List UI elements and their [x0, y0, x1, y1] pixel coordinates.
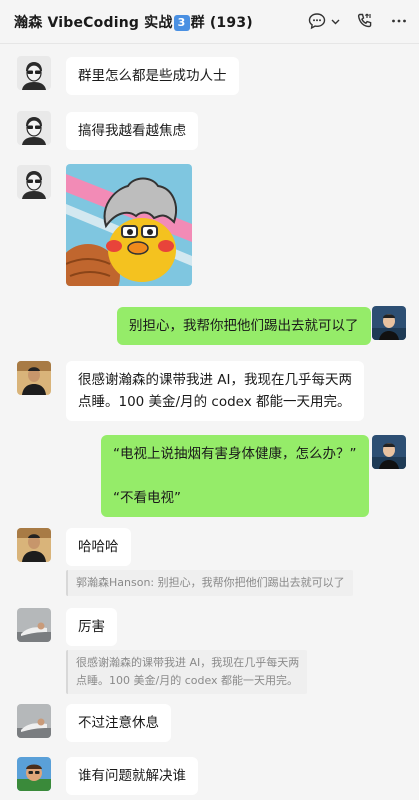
- group-member-count: 群 (193): [190, 15, 253, 31]
- avatar-glasses-man[interactable]: [17, 165, 51, 199]
- phone-icon[interactable]: [355, 11, 375, 31]
- quoted-reply[interactable]: 很感谢瀚森的课带我进 AI，我现在几乎每天两 点睡。100 美金/月的 code…: [66, 650, 308, 694]
- message-bubble: “电视上说抽烟有害身体健康，怎么办？” “不看电视”: [101, 435, 369, 517]
- group-name: 瀚森 VibeCoding 实战: [14, 15, 173, 31]
- avatar-man-dark[interactable]: [17, 528, 51, 562]
- message-bubble: 厉害: [66, 608, 117, 646]
- avatar-yoga[interactable]: [17, 608, 51, 642]
- more-icon[interactable]: [389, 11, 409, 31]
- message-bubble: 别担心，我帮你把他们踢出去就可以了: [117, 307, 371, 345]
- group-title: 瀚森 VibeCoding 实战 3 群 (193): [14, 12, 253, 32]
- message-bubble: 群里怎么都是些成功人士: [66, 57, 239, 95]
- avatar-glasses-man[interactable]: [17, 111, 51, 145]
- avatar-self[interactable]: [372, 435, 406, 469]
- chevron-down-icon[interactable]: [331, 11, 341, 31]
- duck-sticker[interactable]: [66, 164, 192, 286]
- quoted-reply[interactable]: 郭瀚森Hanson: 别担心，我帮你把他们踢出去就可以了: [66, 570, 353, 596]
- avatar-cartoon[interactable]: [17, 757, 51, 791]
- avatar-self[interactable]: [372, 306, 406, 340]
- message-bubble: 谁有问题就解决谁: [66, 757, 198, 795]
- group-number-badge: 3: [173, 15, 190, 31]
- avatar-glasses-man[interactable]: [17, 56, 51, 90]
- header-actions: [307, 11, 409, 31]
- avatar-yoga[interactable]: [17, 704, 51, 738]
- message-bubble: 不过注意休息: [66, 704, 171, 742]
- chat-bubble-icon[interactable]: [307, 11, 327, 31]
- message-bubble: 搞得我越看越焦虑: [66, 112, 198, 150]
- avatar-man-dark[interactable]: [17, 361, 51, 395]
- chat-header: 瀚森 VibeCoding 实战 3 群 (193): [0, 0, 419, 44]
- message-bubble: 很感谢瀚森的课带我进 AI，我现在几乎每天两 点睡。100 美金/月的 code…: [66, 361, 365, 421]
- message-bubble: 哈哈哈: [66, 528, 131, 566]
